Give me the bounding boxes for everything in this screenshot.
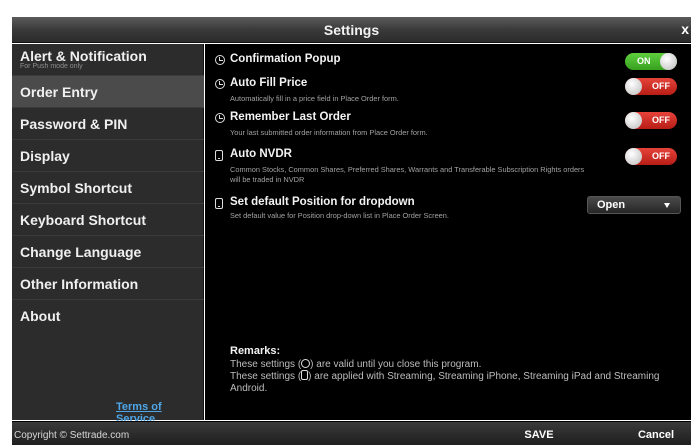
toggle-state: OFF [652, 81, 670, 91]
sidebar-item-display[interactable]: Display [12, 140, 204, 172]
phone-icon [215, 198, 223, 209]
save-button[interactable]: SAVE [499, 422, 579, 446]
toggle-knob [625, 78, 642, 95]
close-icon[interactable]: x [681, 21, 689, 37]
setting-label: Auto NVDR [230, 148, 292, 160]
auto-nvdr-toggle[interactable]: OFF [625, 148, 677, 165]
sidebar-item-order-entry[interactable]: Order Entry [12, 76, 204, 108]
setting-auto-nvdr: Auto NVDR Common Stocks, Common Shares, … [205, 148, 691, 188]
sidebar-item-label: Alert & Notification [20, 48, 147, 64]
setting-label: Confirmation Popup [230, 53, 341, 65]
remarks-text: These settings ( [230, 371, 302, 382]
sidebar-item-label: Password & PIN [20, 116, 128, 132]
sidebar-item-other-information[interactable]: Other Information [12, 268, 204, 300]
setting-remember-last-order: Remember Last Order Your last submitted … [205, 111, 691, 141]
settings-panel: Confirmation Popup ON Auto Fill Price Au… [205, 44, 691, 420]
remarks-text: ) are valid until you close this program… [310, 358, 482, 370]
sidebar-item-label: Keyboard Shortcut [20, 212, 147, 228]
phone-icon [301, 370, 309, 380]
remember-last-order-toggle[interactable]: OFF [625, 112, 677, 129]
setting-auto-fill-price: Auto Fill Price Automatically fill in a … [205, 77, 691, 107]
sidebar-item-label: Symbol Shortcut [20, 180, 133, 196]
sidebar-item-sublabel: For Push mode only [20, 63, 83, 70]
copyright-text: Copyright © Settrade.com [14, 430, 130, 441]
setting-label: Set default Position for dropdown [230, 196, 415, 208]
auto-fill-price-toggle[interactable]: OFF [625, 78, 677, 95]
sidebar-item-label: About [20, 308, 61, 324]
remarks-line-1: These settings ( ) are valid until you cl… [230, 358, 680, 371]
remarks-title: Remarks: [230, 345, 281, 357]
toggle-knob [625, 112, 642, 129]
setting-default-position: Set default Position for dropdown Set de… [205, 196, 691, 226]
toggle-state: ON [637, 56, 651, 66]
remarks-text: These settings ( [230, 358, 302, 370]
remarks-line-2: These settings () are applied with Strea… [230, 370, 680, 394]
toggle-state: OFF [652, 151, 670, 161]
phone-icon [215, 150, 223, 161]
sidebar-item-label: Change Language [20, 244, 142, 260]
sidebar-item-label: Other Information [20, 276, 139, 292]
chevron-down-icon [664, 203, 670, 208]
dropdown-value: Open [597, 199, 626, 211]
setting-description: Common Stocks, Common Shares, Preferred … [230, 165, 585, 184]
toggle-knob [625, 148, 642, 165]
window-title: Settings [323, 22, 380, 38]
clock-icon [215, 55, 225, 65]
footer-bar: Copyright © Settrade.com SAVE Cancel [12, 421, 691, 445]
setting-label: Auto Fill Price [230, 77, 308, 89]
clock-icon [215, 113, 225, 123]
sidebar-item-password-pin[interactable]: Password & PIN [12, 108, 204, 140]
setting-description: Your last submitted order information fr… [230, 128, 428, 137]
toggle-knob [660, 53, 677, 70]
clock-icon [215, 79, 225, 89]
sidebar-item-alert-notification[interactable]: Alert & Notification For Push mode only [12, 44, 204, 76]
sidebar-item-symbol-shortcut[interactable]: Symbol Shortcut [12, 172, 204, 204]
setting-label: Remember Last Order [230, 111, 351, 123]
setting-confirmation-popup: Confirmation Popup ON [205, 53, 691, 73]
title-bar: Settings x [12, 17, 691, 43]
settings-sidebar: Alert & Notification For Push mode only … [12, 44, 204, 425]
sidebar-item-about[interactable]: About [12, 300, 204, 332]
confirmation-popup-toggle[interactable]: ON [625, 53, 677, 70]
cancel-button[interactable]: Cancel [621, 422, 691, 446]
sidebar-item-keyboard-shortcut[interactable]: Keyboard Shortcut [12, 204, 204, 236]
toggle-state: OFF [652, 115, 670, 125]
setting-description: Set default value for Position drop-down… [230, 211, 449, 220]
position-dropdown[interactable]: Open [587, 196, 681, 214]
sidebar-item-change-language[interactable]: Change Language [12, 236, 204, 268]
settings-window: Settings x Alert & Notification For Push… [0, 0, 691, 445]
sidebar-item-label: Order Entry [20, 84, 98, 100]
setting-description: Automatically fill in a price field in P… [230, 94, 399, 103]
sidebar-item-label: Display [20, 148, 70, 164]
remarks-section: Remarks: These settings ( ) are valid unt… [230, 345, 680, 394]
clock-icon [301, 358, 311, 368]
